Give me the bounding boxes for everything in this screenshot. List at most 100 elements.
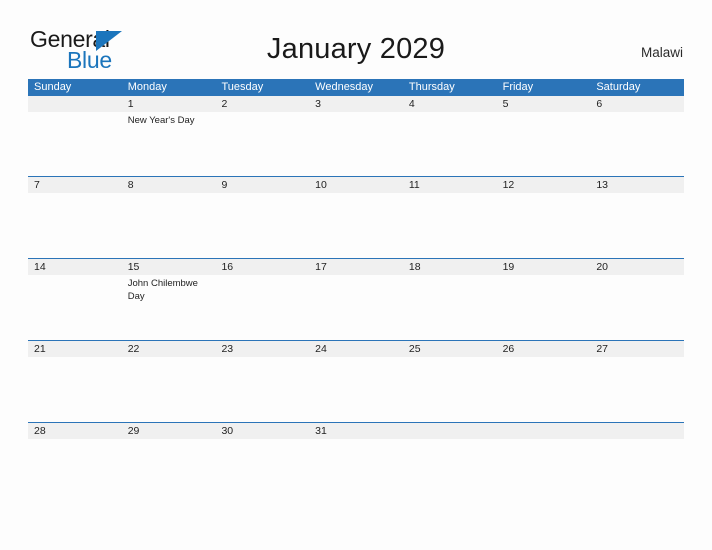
date-number-band: 7 8 9 10 11 12 13 <box>28 176 684 193</box>
day-number[interactable]: 27 <box>590 341 684 357</box>
day-content-band: John Chilembwe Day <box>28 275 684 340</box>
holiday-event-label: New Year's Day <box>127 115 195 126</box>
calendar-grid: Sunday Monday Tuesday Wednesday Thursday Frid… <box>28 79 684 504</box>
calendar-week-row: 14 15 16 17 18 19 20 John Chilembwe Day <box>28 258 684 340</box>
day-cell[interactable] <box>309 275 403 340</box>
day-cell[interactable] <box>403 193 497 258</box>
day-number[interactable]: 6 <box>590 96 684 112</box>
day-number[interactable]: 3 <box>309 96 403 112</box>
day-cell[interactable] <box>497 439 591 504</box>
day-cell[interactable]: New Year's Day <box>122 112 216 176</box>
day-cell[interactable] <box>497 193 591 258</box>
day-number[interactable]: 16 <box>215 259 309 275</box>
day-number[interactable]: 11 <box>403 177 497 193</box>
day-number[interactable]: 26 <box>497 341 591 357</box>
page-title: January 2029 <box>266 33 446 65</box>
day-cell[interactable] <box>590 275 684 340</box>
day-number[interactable]: 9 <box>215 177 309 193</box>
day-cell[interactable] <box>590 193 684 258</box>
weekday-header-row: Sunday Monday Tuesday Wednesday Thursday Frid… <box>28 79 684 96</box>
day-cell[interactable] <box>28 357 122 422</box>
weekday-header-saturday: Saturday <box>596 81 641 93</box>
day-cell[interactable] <box>215 357 309 422</box>
day-cell[interactable] <box>122 193 216 258</box>
day-number[interactable]: 14 <box>28 259 122 275</box>
calendar-week-row: 28 29 30 31 <box>28 422 684 504</box>
day-number[interactable]: 10 <box>309 177 403 193</box>
day-cell[interactable] <box>403 112 497 176</box>
calendar-page: General Blue January 2029 Malawi Sunday M… <box>0 0 712 550</box>
date-number-band: 28 29 30 31 <box>28 422 684 439</box>
day-cell[interactable] <box>590 357 684 422</box>
day-cell[interactable] <box>122 357 216 422</box>
day-number-empty <box>28 96 122 112</box>
day-number[interactable]: 25 <box>403 341 497 357</box>
day-cell[interactable] <box>497 357 591 422</box>
weekday-header-sunday: Sunday <box>34 81 72 93</box>
day-number[interactable]: 2 <box>215 96 309 112</box>
calendar-week-row: 1 2 3 4 5 6 New Year's Day <box>28 96 684 176</box>
day-cell[interactable] <box>215 193 309 258</box>
day-cell[interactable] <box>28 193 122 258</box>
day-cell[interactable]: John Chilembwe Day <box>122 275 216 340</box>
day-number[interactable]: 5 <box>497 96 591 112</box>
day-number[interactable]: 29 <box>122 423 216 439</box>
day-number[interactable]: 20 <box>590 259 684 275</box>
day-number[interactable]: 1 <box>122 96 216 112</box>
holiday-event-label: John Chilembwe Day <box>127 278 198 302</box>
date-number-band: 123456 <box>28 96 684 112</box>
day-number[interactable]: 30 <box>215 423 309 439</box>
day-number[interactable]: 19 <box>497 259 591 275</box>
day-content-band: New Year's Day <box>28 112 684 176</box>
day-number-empty <box>403 423 497 439</box>
calendar-weeks: 1 2 3 4 5 6 New Year's Day 7 8 9 10 11 12 13 14 15 16 17 1… <box>28 96 684 504</box>
day-cell[interactable] <box>215 275 309 340</box>
day-content-band <box>28 357 684 422</box>
day-number[interactable]: 22 <box>122 341 216 357</box>
day-cell[interactable] <box>122 439 216 504</box>
day-number[interactable]: 28 <box>28 423 122 439</box>
day-cell[interactable] <box>497 275 591 340</box>
country-label: Malawi <box>640 45 683 60</box>
day-cell[interactable] <box>28 112 122 176</box>
day-number[interactable]: 21 <box>28 341 122 357</box>
day-cell[interactable] <box>28 275 122 340</box>
day-number[interactable]: 12 <box>497 177 591 193</box>
weekday-header-wednesday: Wednesday <box>315 81 374 93</box>
day-cell[interactable] <box>403 357 497 422</box>
day-cell[interactable] <box>497 112 591 176</box>
day-number[interactable]: 24 <box>309 341 403 357</box>
day-cell[interactable] <box>309 357 403 422</box>
day-number[interactable]: 23 <box>215 341 309 357</box>
day-cell[interactable] <box>309 193 403 258</box>
day-number[interactable]: 18 <box>403 259 497 275</box>
weekday-header-friday: Friday <box>502 81 534 93</box>
day-number[interactable]: 4 <box>403 96 497 112</box>
day-number[interactable]: 8 <box>122 177 216 193</box>
day-cell[interactable] <box>590 439 684 504</box>
day-content-band <box>28 193 684 258</box>
date-number-band: 21 22 23 24 25 26 27 <box>28 340 684 357</box>
day-cell[interactable] <box>309 112 403 176</box>
day-number[interactable]: 17 <box>309 259 403 275</box>
day-cell[interactable] <box>403 439 497 504</box>
weekday-header-thursday: Thursday <box>408 81 455 93</box>
calendar-week-row: 7 8 9 10 11 12 13 <box>28 176 684 258</box>
page-header: General Blue January 2029 Malawi <box>0 0 712 78</box>
day-number-empty <box>497 423 591 439</box>
day-cell[interactable] <box>590 112 684 176</box>
day-cell[interactable] <box>309 439 403 504</box>
weekday-header-monday: Monday <box>127 81 167 93</box>
day-cell[interactable] <box>403 275 497 340</box>
day-number[interactable]: 13 <box>590 177 684 193</box>
weekday-header-tuesday: Tuesday <box>221 81 264 93</box>
day-number[interactable]: 7 <box>28 177 122 193</box>
day-number-empty <box>590 423 684 439</box>
day-number[interactable]: 15 <box>122 259 216 275</box>
day-cell[interactable] <box>215 112 309 176</box>
day-number[interactable]: 31 <box>309 423 403 439</box>
date-number-band: 14 15 16 17 18 19 20 <box>28 258 684 275</box>
calendar-week-row: 21 22 23 24 25 26 27 <box>28 340 684 422</box>
day-cell[interactable] <box>28 439 122 504</box>
day-cell[interactable] <box>215 439 309 504</box>
